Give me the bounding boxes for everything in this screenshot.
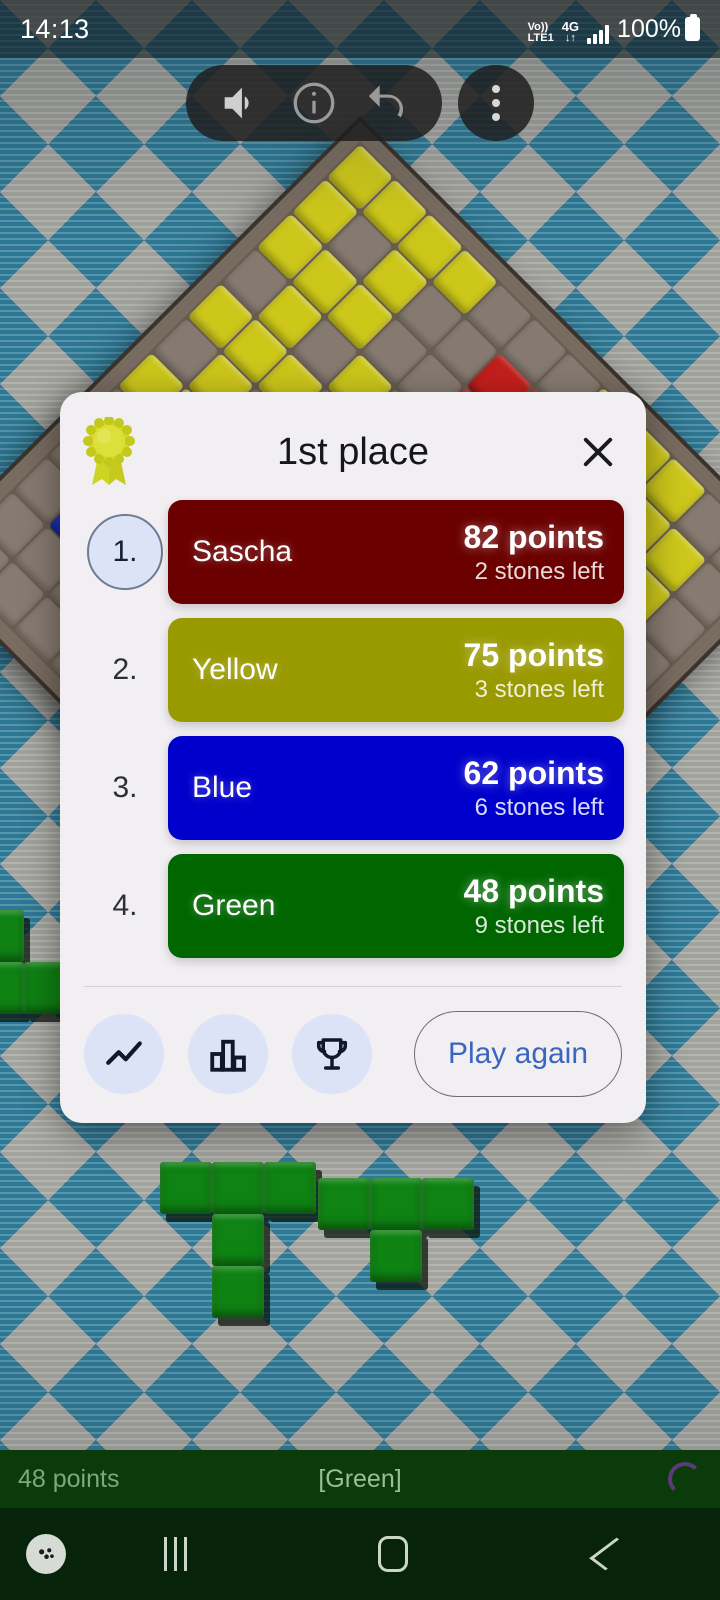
player-points: 75 points — [463, 636, 604, 673]
player-name: Sascha — [192, 535, 293, 568]
game-toolbar — [0, 64, 720, 142]
more-vertical-icon[interactable] — [458, 65, 534, 141]
network-label: 4G — [561, 18, 580, 34]
player-name: Yellow — [192, 653, 278, 686]
player-points: 48 points — [463, 872, 604, 909]
network-type-icon: 4G ↓↑ — [562, 20, 579, 44]
rank-number: 3. — [112, 771, 138, 804]
android-nav-bar — [0, 1508, 720, 1600]
rank-slot: 3. — [82, 771, 168, 805]
page-title: 1st place — [276, 430, 430, 473]
volume-icon[interactable] — [212, 75, 268, 131]
back-icon[interactable] — [502, 1537, 720, 1571]
player-stones-left: 2 stones left — [474, 557, 604, 585]
play-again-button[interactable]: Play again — [414, 1011, 622, 1097]
current-player-label: [Green] — [318, 1464, 402, 1493]
player-score-bar[interactable]: Sascha 82 points 2 stones left — [168, 500, 624, 604]
close-icon[interactable] — [572, 426, 624, 478]
info-icon[interactable] — [286, 75, 342, 131]
player-points: 82 points — [463, 518, 604, 555]
toolbar-pill — [186, 65, 442, 141]
player-score-bar[interactable]: Green 48 points 9 stones left — [168, 854, 624, 958]
loading-spinner-icon — [668, 1462, 702, 1496]
player-stones-left: 3 stones left — [474, 675, 604, 703]
player-points: 62 points — [463, 754, 604, 791]
player-stones-left: 6 stones left — [474, 793, 604, 821]
game-status-bar: 48 points [Green] — [0, 1450, 720, 1508]
scoreboard-list: 1. Sascha 82 points 2 stones left 2. Yellow 75… — [82, 496, 624, 982]
volte-bottom-label: LTE1 — [527, 31, 554, 44]
player-score-bar[interactable]: Blue 62 points 6 stones left — [168, 736, 624, 840]
player-score-group: 48 points 9 stones left — [464, 873, 604, 940]
player-score-bar[interactable]: Yellow 75 points 3 stones left — [168, 618, 624, 722]
home-icon[interactable] — [284, 1536, 502, 1572]
battery-status: 100% — [617, 14, 700, 44]
scoreboard-row[interactable]: 3. Blue 62 points 6 stones left — [82, 736, 624, 840]
scoreboard-row[interactable]: 2. Yellow 75 points 3 stones left — [82, 618, 624, 722]
battery-percent-label: 100% — [617, 14, 681, 43]
rank-number: 2. — [112, 653, 138, 686]
rank-slot: 4. — [82, 889, 168, 923]
dialog-header: 1st place — [82, 408, 624, 496]
rank-slot: 1. — [82, 514, 168, 590]
dialog-footer: Play again — [82, 987, 624, 1123]
trophy-icon[interactable] — [292, 1014, 372, 1094]
signal-strength-icon — [587, 24, 610, 44]
bar-chart-icon[interactable] — [188, 1014, 268, 1094]
line-chart-icon[interactable] — [84, 1014, 164, 1094]
player-score-group: 82 points 2 stones left — [464, 519, 604, 586]
rank-number: 4. — [112, 889, 138, 922]
system-status-bar: 14:13 Vo)) LTE1 4G ↓↑ 100% — [0, 0, 720, 58]
award-ribbon-icon — [83, 417, 135, 485]
player-score-group: 62 points 6 stones left — [464, 755, 604, 822]
volte-top-label: Vo)) — [527, 20, 549, 33]
player-score-group: 75 points 3 stones left — [464, 637, 604, 704]
player-name: Blue — [192, 771, 253, 804]
game-controller-icon[interactable] — [0, 1534, 66, 1574]
player-name: Green — [192, 889, 276, 922]
battery-icon — [685, 14, 700, 41]
undo-icon[interactable] — [360, 75, 416, 131]
scoreboard-row[interactable]: 1. Sascha 82 points 2 stones left — [82, 500, 624, 604]
player-stones-left: 9 stones left — [474, 911, 604, 939]
scoreboard-row[interactable]: 4. Green 48 points 9 stones left — [82, 854, 624, 958]
recents-icon[interactable] — [66, 1537, 284, 1571]
rank-slot: 2. — [82, 653, 168, 687]
rank-badge-first: 1. — [87, 514, 163, 590]
network-arrows: ↓↑ — [564, 31, 576, 44]
status-clock: 14:13 — [20, 13, 90, 44]
volte-icon: Vo)) LTE1 — [527, 20, 554, 44]
phone-screen: 14:13 Vo)) LTE1 4G ↓↑ 100% 1st place 1. … — [0, 0, 720, 1600]
results-dialog: 1st place 1. Sascha 82 points 2 stones left… — [60, 392, 646, 1123]
